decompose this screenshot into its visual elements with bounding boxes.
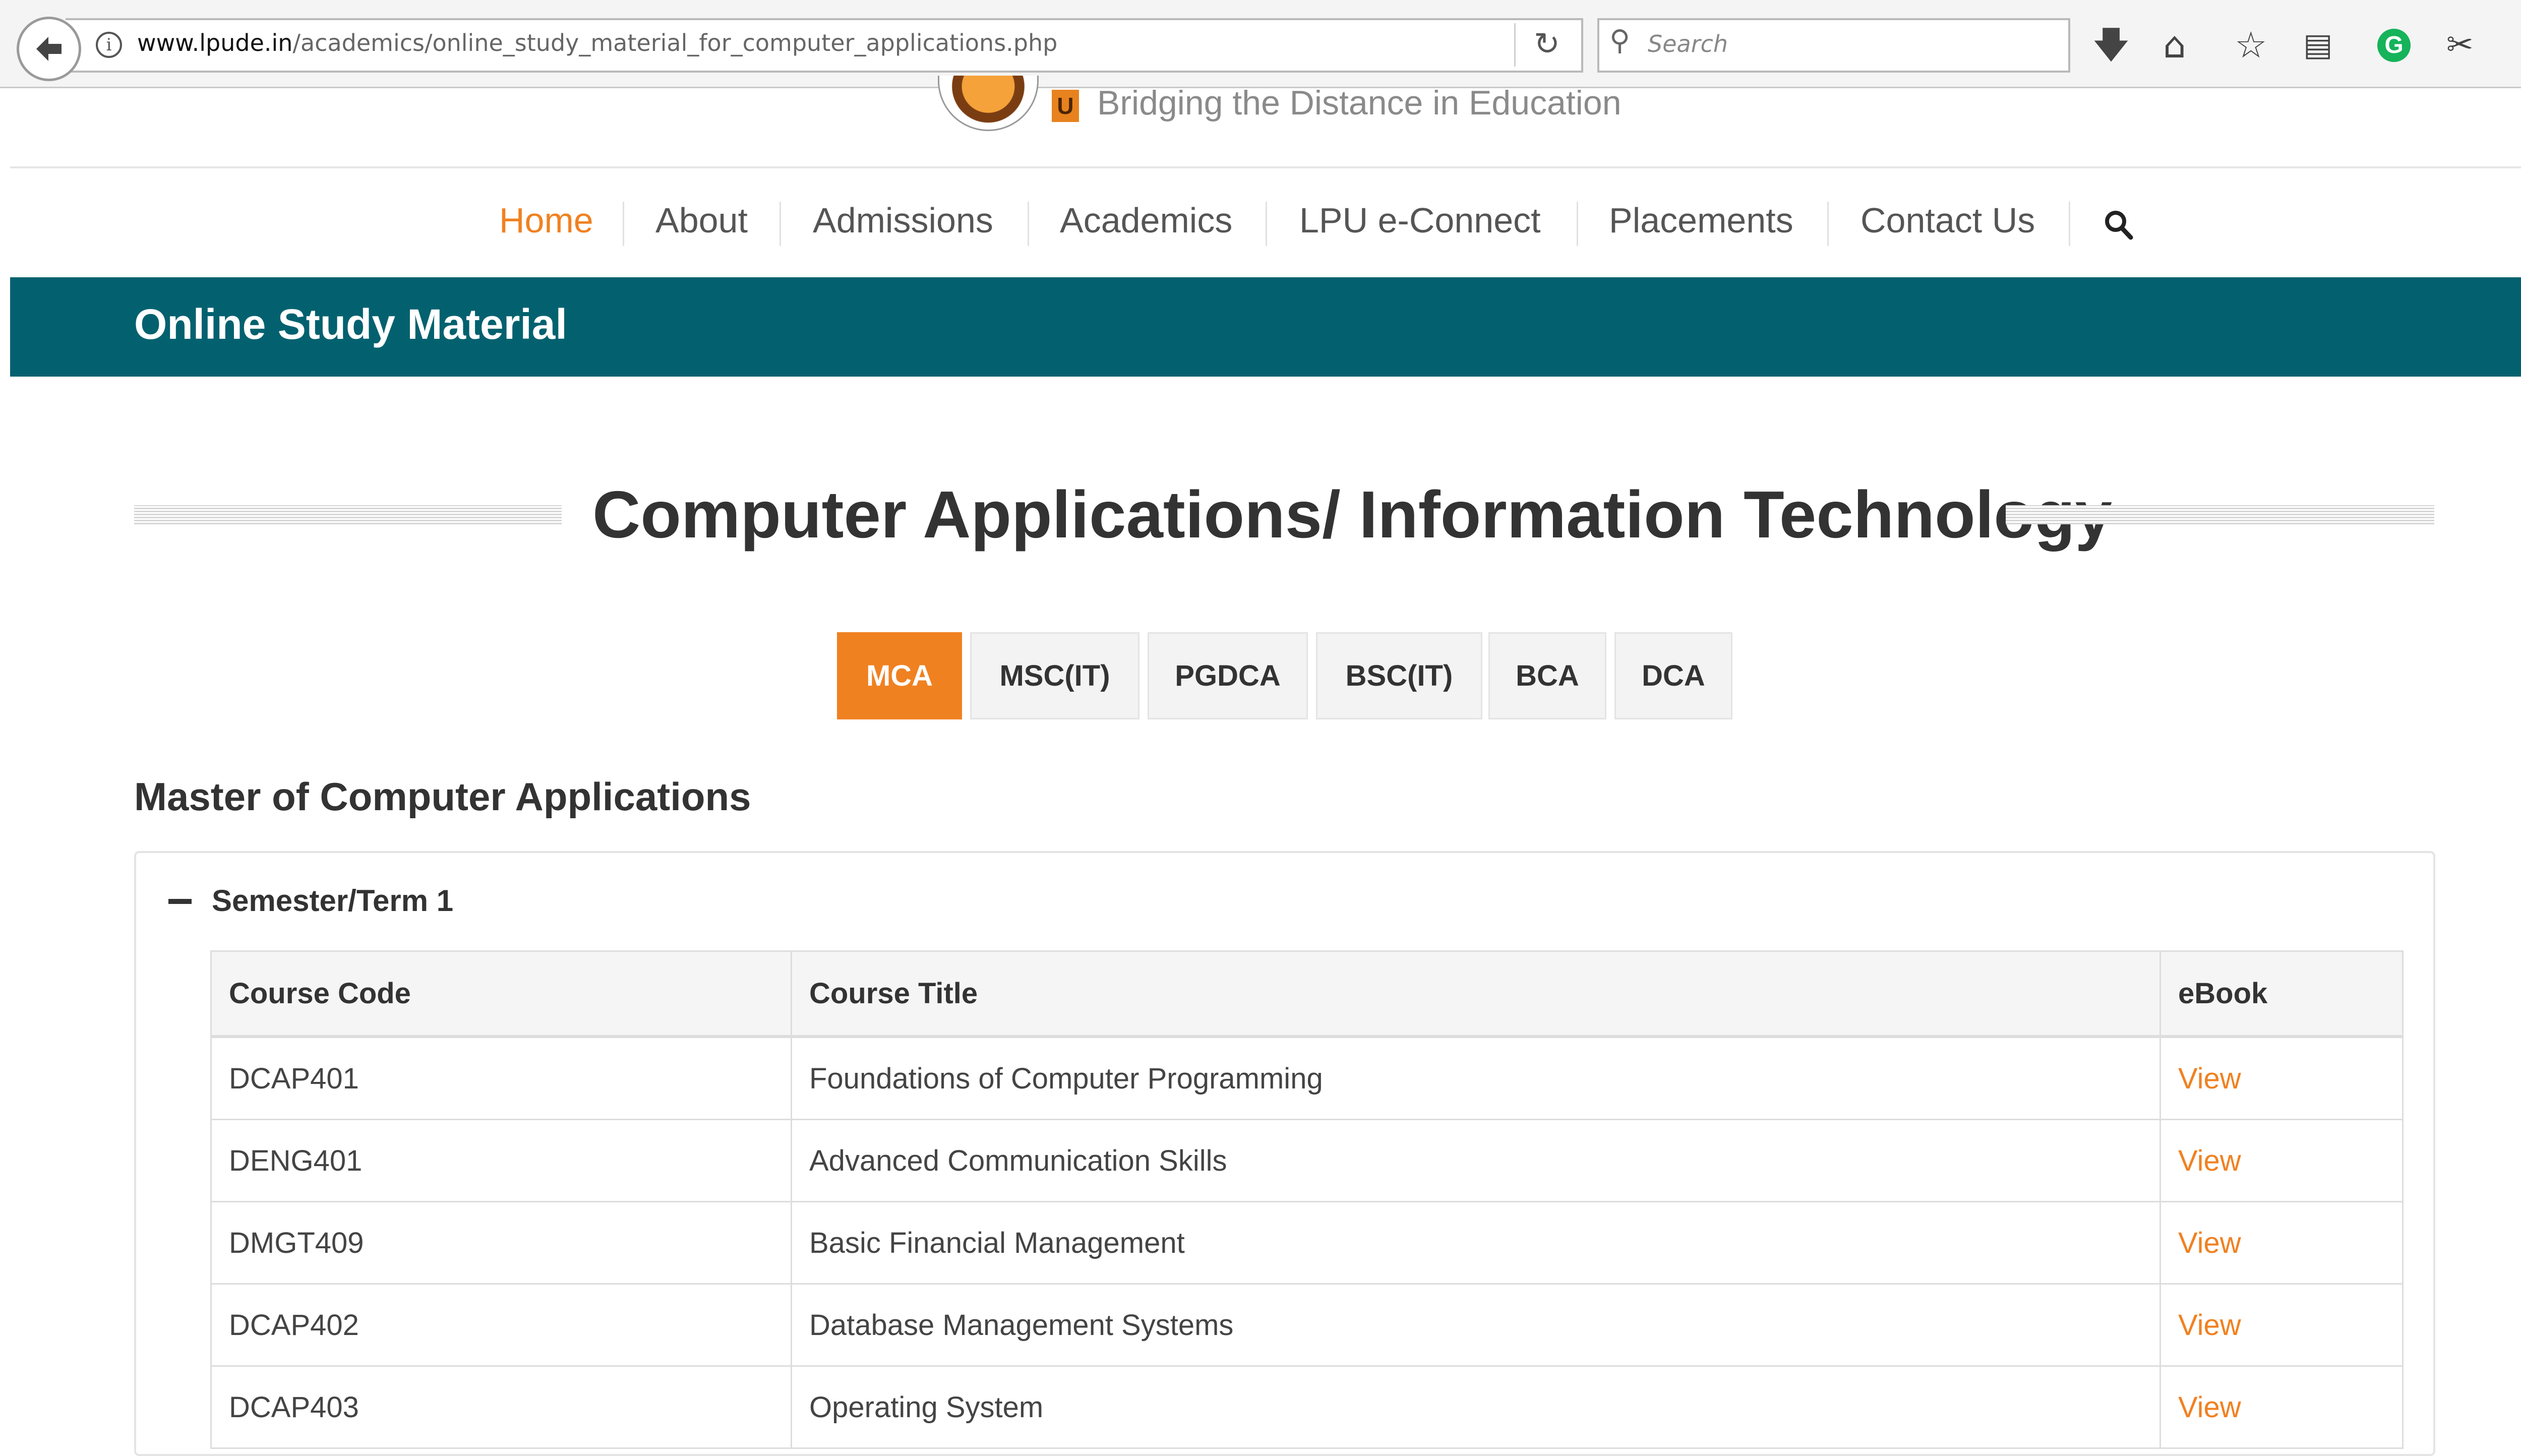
logo-letter: U [1052, 90, 1079, 122]
grammarly-icon[interactable]: G [2377, 29, 2411, 62]
nav-separator [779, 202, 781, 246]
table-row: DENG401 Advanced Communication Skills Vi… [210, 1119, 2404, 1202]
search-icon: ⚲ [1609, 24, 1631, 57]
tab-pgdca[interactable]: PGDCA [1148, 632, 1308, 719]
minus-icon[interactable] [168, 899, 192, 904]
course-code: DCAP402 [210, 1283, 792, 1367]
course-code: DENG401 [210, 1119, 792, 1202]
search-placeholder: Search [1648, 30, 1728, 57]
ebook-view-link[interactable]: View [2159, 1201, 2404, 1285]
site-tagline: Bridging the Distance in Education [1097, 84, 1622, 122]
course-code: DCAP403 [210, 1365, 792, 1449]
course-title: Database Management Systems [791, 1283, 2161, 1367]
scissors-icon[interactable]: ✂ [2446, 22, 2474, 68]
header-divider [10, 166, 2521, 168]
column-header-course-title: Course Title [791, 950, 2161, 1038]
heading-decoration-left [134, 505, 562, 524]
url-text[interactable]: www.lpude.in/academics/online_study_mate… [137, 29, 1057, 56]
nav-separator [1266, 202, 1267, 246]
tab-msc-it[interactable]: MSC(IT) [970, 632, 1139, 719]
nav-home[interactable]: Home [499, 200, 593, 240]
url-domain: www.lpude.in [137, 29, 293, 56]
column-header-ebook: eBook [2159, 950, 2404, 1038]
download-icon[interactable]: 🡇 [2092, 22, 2130, 68]
ebook-view-link[interactable]: View [2159, 1119, 2404, 1202]
nav-placements[interactable]: Placements [1609, 200, 1793, 240]
nav-search-icon[interactable] [2104, 209, 2134, 240]
tab-mca[interactable]: MCA [837, 632, 962, 719]
tab-bsc-it[interactable]: BSC(IT) [1316, 632, 1482, 719]
nav-separator [2069, 202, 2070, 246]
reload-icon[interactable]: ↻ [1534, 25, 1560, 62]
ebook-view-link[interactable]: View [2159, 1365, 2404, 1449]
course-code: DCAP401 [210, 1036, 792, 1120]
back-button[interactable] [17, 17, 81, 81]
tab-bca[interactable]: BCA [1488, 632, 1606, 719]
column-header-course-code: Course Code [210, 950, 792, 1038]
nav-separator [1028, 202, 1029, 246]
program-title: Master of Computer Applications [134, 774, 751, 819]
nav-academics[interactable]: Academics [1060, 200, 1232, 240]
nav-separator [1827, 202, 1829, 246]
table-row: DCAP401 Foundations of Computer Programm… [210, 1036, 2404, 1120]
page-heading: Computer Applications/ Information Techn… [592, 477, 2113, 552]
table-row: DMGT409 Basic Financial Management View [210, 1201, 2404, 1285]
star-icon[interactable]: ☆ [2235, 22, 2267, 68]
course-title: Advanced Communication Skills [791, 1119, 2161, 1202]
ebook-view-link[interactable]: View [2159, 1283, 2404, 1367]
tab-dca[interactable]: DCA [1614, 632, 1732, 719]
nav-lpu-econnect[interactable]: LPU e-Connect [1299, 200, 1541, 240]
heading-decoration-right [2006, 505, 2434, 524]
url-path: /academics/online_study_material_for_com… [292, 29, 1058, 56]
university-logo[interactable] [938, 76, 1039, 131]
info-icon[interactable]: i [96, 32, 122, 58]
ebook-view-link[interactable]: View [2159, 1036, 2404, 1120]
courses-table: Course Code Course Title eBook DCAP401 F… [210, 950, 2404, 1449]
nav-separator [1577, 202, 1578, 246]
nav-about[interactable]: About [655, 200, 748, 240]
semester-title[interactable]: Semester/Term 1 [212, 883, 453, 918]
banner-title: Online Study Material [134, 300, 567, 348]
home-icon[interactable]: ⌂ [2163, 22, 2186, 68]
nav-contact-us[interactable]: Contact Us [1860, 200, 2035, 240]
course-title: Foundations of Computer Programming [791, 1036, 2161, 1120]
nav-admissions[interactable]: Admissions [813, 200, 993, 240]
course-title: Operating System [791, 1365, 2161, 1449]
table-row: DCAP403 Operating System View [210, 1365, 2404, 1449]
nav-separator [623, 202, 624, 246]
reader-icon[interactable]: ▤ [2303, 22, 2333, 68]
course-code: DMGT409 [210, 1201, 792, 1285]
course-title: Basic Financial Management [791, 1201, 2161, 1285]
back-arrow-icon [36, 37, 62, 61]
url-separator [1514, 23, 1516, 67]
table-header-row: Course Code Course Title eBook [210, 950, 2404, 1038]
table-row: DCAP402 Database Management Systems View [210, 1283, 2404, 1367]
